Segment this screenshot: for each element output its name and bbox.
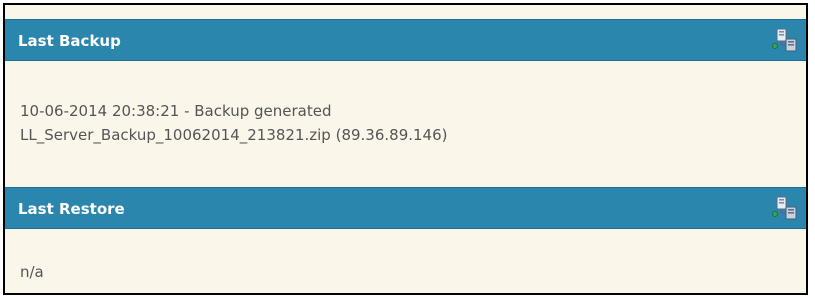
last-backup-header: Last Backup <box>5 19 806 61</box>
last-restore-title: Last Restore <box>18 200 125 218</box>
last-backup-info-line-1: 10-06-2014 20:38:21 - Backup generated <box>20 102 332 120</box>
last-backup-title: Last Backup <box>18 32 121 50</box>
server-network-icon <box>772 196 797 220</box>
last-restore-header: Last Restore <box>5 187 806 229</box>
last-restore-info: n/a <box>20 263 44 281</box>
last-backup-info-line-2: LL_Server_Backup_10062014_213821.zip (89… <box>20 126 448 144</box>
server-network-icon <box>772 28 797 52</box>
backup-status-panel: Last Backup 10-06-2014 20:38:21 - Backup… <box>3 3 808 295</box>
